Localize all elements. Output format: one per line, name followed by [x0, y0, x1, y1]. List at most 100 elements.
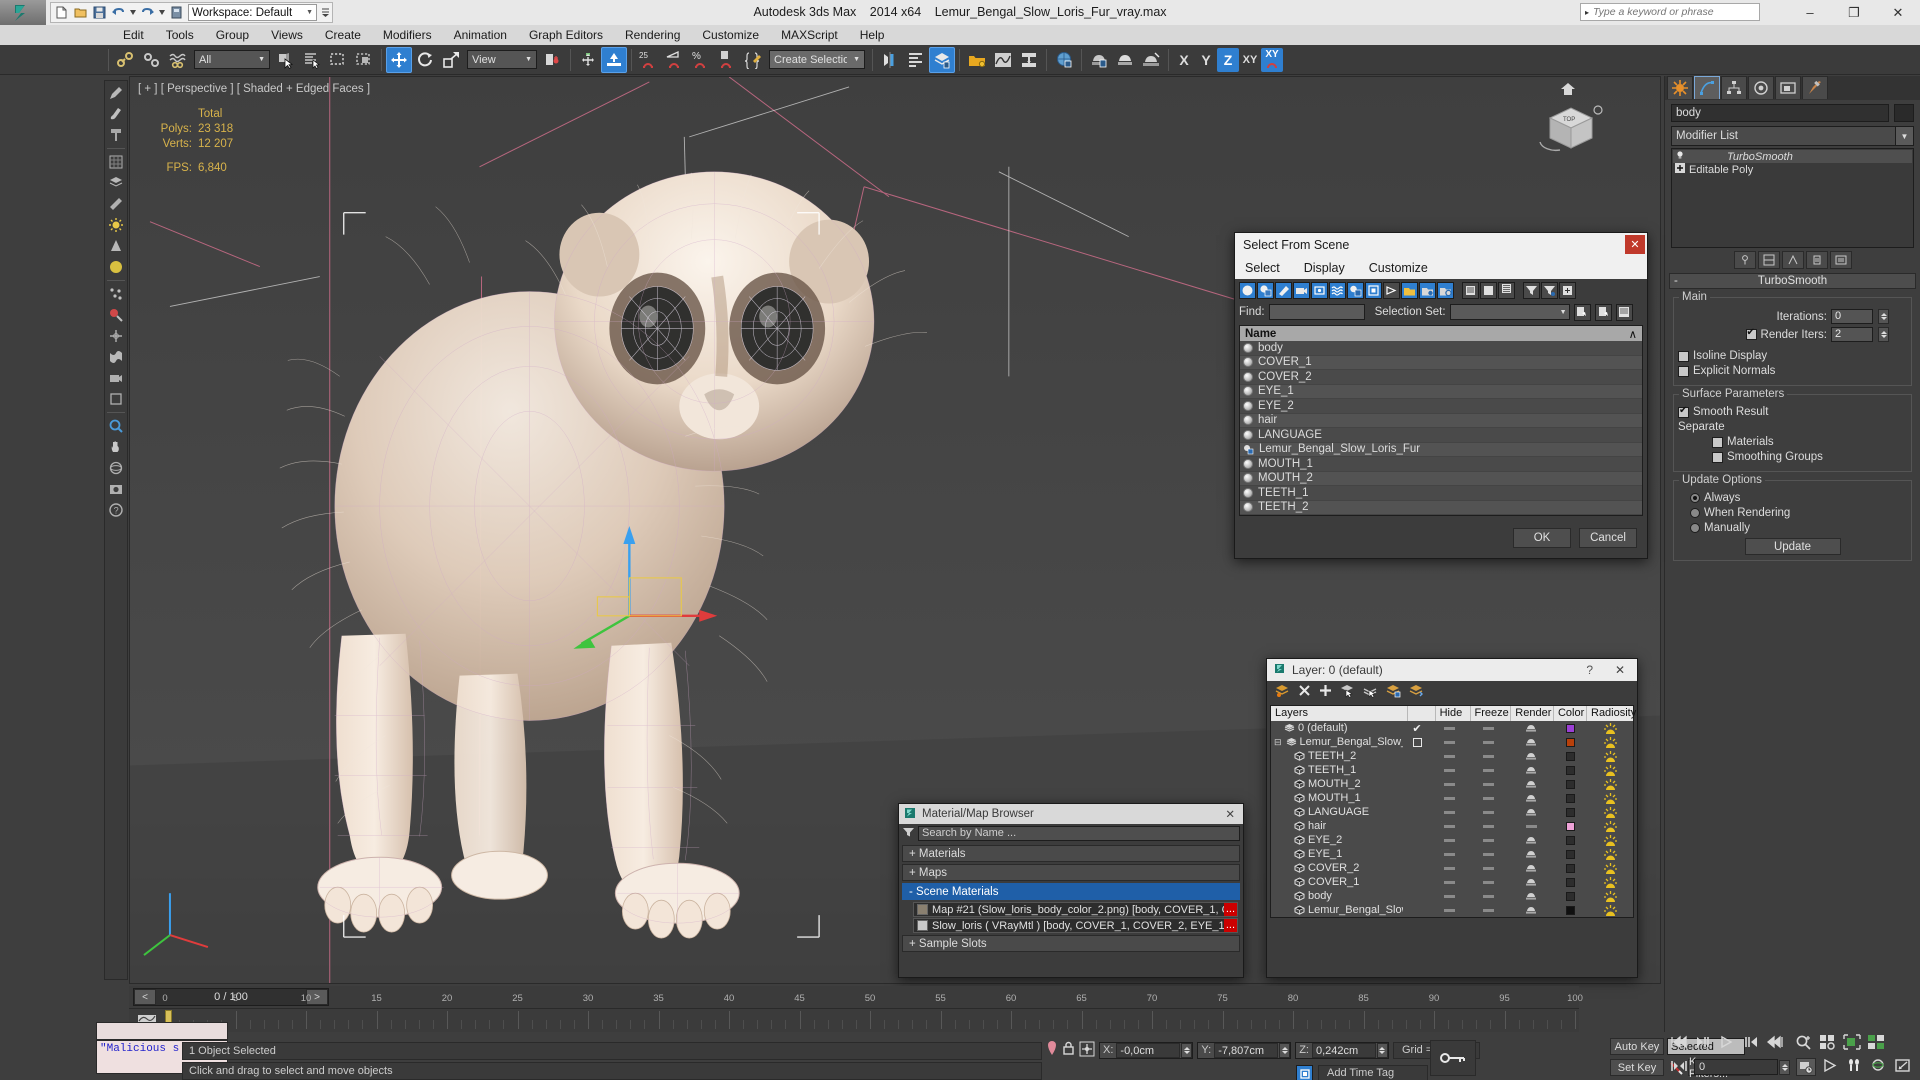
- menu-item-rendering[interactable]: Rendering: [614, 25, 691, 45]
- find-input[interactable]: [1268, 304, 1365, 320]
- filter-selected-icon[interactable]: [1437, 281, 1454, 299]
- add-selection-to-layer-icon[interactable]: [1386, 684, 1401, 701]
- save-file-icon[interactable]: [92, 5, 107, 20]
- list-column-header[interactable]: Name ∧: [1240, 326, 1642, 341]
- render-iters-spinner[interactable]: [1878, 327, 1889, 342]
- col-hide[interactable]: Hide: [1436, 706, 1471, 721]
- color-cell[interactable]: [1553, 875, 1587, 889]
- select-set-remove-icon[interactable]: [1594, 303, 1612, 321]
- material-group-header[interactable]: + Maps: [902, 864, 1240, 881]
- tab-utilities[interactable]: [1802, 76, 1828, 99]
- layer-table-row[interactable]: 0 (default) ✔: [1271, 721, 1633, 735]
- hide-cell[interactable]: [1431, 735, 1467, 749]
- x-value[interactable]: -0,0cm: [1116, 1042, 1181, 1058]
- freeze-cell[interactable]: [1467, 721, 1509, 735]
- freeze-cell[interactable]: [1467, 847, 1509, 861]
- radiosity-cell[interactable]: [1587, 777, 1633, 791]
- go-to-start-icon[interactable]: [1670, 1035, 1688, 1052]
- x-coordinate-field[interactable]: X: -0,0cm: [1099, 1041, 1194, 1059]
- sfs-menu-customize[interactable]: Customize: [1369, 261, 1428, 275]
- key-mode-toggle[interactable]: [1430, 1040, 1476, 1076]
- current-layer-cell[interactable]: [1403, 791, 1431, 805]
- current-layer-cell[interactable]: [1403, 763, 1431, 777]
- bind-to-space-warp-icon[interactable]: [165, 47, 191, 73]
- color-cell[interactable]: [1553, 833, 1587, 847]
- filter-lights-icon[interactable]: [1275, 281, 1292, 299]
- iterations-spinner[interactable]: [1878, 309, 1889, 324]
- zoom-all-icon[interactable]: [1819, 1034, 1837, 1053]
- freeze-cell[interactable]: [1467, 749, 1509, 763]
- scene-list-row[interactable]: COVER_1: [1240, 355, 1642, 370]
- filter-funnel-settings-icon[interactable]: [1541, 281, 1558, 299]
- walk-through-icon[interactable]: [1846, 1058, 1864, 1076]
- current-layer-cell[interactable]: [1403, 805, 1431, 819]
- scene-material-item[interactable]: Map #21 (Slow_loris_body_color_2.png) [b…: [913, 902, 1238, 917]
- smooth-result-checkbox[interactable]: [1678, 405, 1689, 418]
- menu-item-animation[interactable]: Animation: [443, 25, 518, 45]
- cancel-button[interactable]: Cancel: [1579, 528, 1637, 548]
- render-setup-icon[interactable]: [1086, 47, 1112, 73]
- scene-material-item[interactable]: Slow_loris ( VRayMtl ) [body, COVER_1, C…: [913, 918, 1238, 933]
- mirror-icon[interactable]: [877, 47, 903, 73]
- layer-table-row[interactable]: MOUTH_2: [1271, 777, 1633, 791]
- separate-smoothing-groups-checkbox[interactable]: [1712, 451, 1723, 463]
- filter-particles-icon[interactable]: [1419, 281, 1436, 299]
- freeze-cell[interactable]: [1467, 777, 1509, 791]
- scene-object-list[interactable]: Name ∧ body COVER_1 COVER_2 EYE_1 EYE_2 hair L…: [1239, 325, 1643, 516]
- undo-dropdown-icon[interactable]: [130, 5, 136, 20]
- display-blank-icon[interactable]: [1480, 281, 1497, 299]
- rollout-header[interactable]: - TurboSmooth: [1669, 273, 1916, 289]
- chevron-down-icon[interactable]: ▼: [1895, 127, 1913, 145]
- layer-table-row[interactable]: hair: [1271, 819, 1633, 833]
- restrict-to-y-button[interactable]: Y: [1195, 48, 1217, 72]
- y-spinner[interactable]: [1279, 1042, 1291, 1058]
- render-cell[interactable]: [1509, 721, 1553, 735]
- scene-list-row[interactable]: EYE_1: [1240, 384, 1642, 399]
- select-and-rotate-icon[interactable]: [412, 47, 438, 73]
- radiosity-cell[interactable]: [1587, 833, 1633, 847]
- close-button[interactable]: ✕: [1876, 0, 1920, 25]
- key-step-icon[interactable]: [1670, 1059, 1688, 1076]
- y-value[interactable]: -7,807cm: [1214, 1042, 1279, 1058]
- color-cell[interactable]: [1553, 735, 1587, 749]
- selection-filter-combo[interactable]: All ▼: [194, 50, 270, 69]
- radiosity-cell[interactable]: [1587, 847, 1633, 861]
- time-tag-toggle-icon[interactable]: [1296, 1065, 1313, 1080]
- toggle-scene-explorer-icon[interactable]: [964, 47, 990, 73]
- select-and-move-icon[interactable]: [386, 46, 412, 73]
- layer-table-row[interactable]: TEETH_2: [1271, 749, 1633, 763]
- hide-cell[interactable]: [1431, 721, 1467, 735]
- pin-stack-icon[interactable]: [1733, 251, 1756, 269]
- current-layer-cell[interactable]: ✔: [1403, 721, 1431, 735]
- add-time-tag-button[interactable]: Add Time Tag: [1318, 1065, 1428, 1080]
- layer-table-row[interactable]: EYE_1: [1271, 847, 1633, 861]
- track-bar[interactable]: 0 5 10 15 20 25 30 35 40 45 50 55 60 65 70 75 80 85 90 95 10…: [129, 993, 1583, 1032]
- modifier-stack[interactable]: TurboSmooth Editable Poly: [1671, 148, 1914, 248]
- modifier-list-dropdown[interactable]: Modifier List ▼: [1671, 126, 1914, 146]
- layer-table[interactable]: Layers Hide Freeze Render Color Radiosit…: [1270, 705, 1636, 918]
- select-from-scene-dialog[interactable]: Select From Scene ✕ Select Display Customi…: [1234, 232, 1648, 559]
- color-cell[interactable]: [1553, 847, 1587, 861]
- col-radiosity[interactable]: Radiosity: [1587, 706, 1636, 721]
- color-swatch[interactable]: [1565, 835, 1575, 845]
- select-by-name-icon[interactable]: [299, 47, 325, 73]
- current-layer-cell[interactable]: [1403, 847, 1431, 861]
- radiosity-cell[interactable]: [1587, 861, 1633, 875]
- freeze-cell[interactable]: [1467, 791, 1509, 805]
- layer-table-row[interactable]: EYE_2: [1271, 833, 1633, 847]
- filter-shapes-icon[interactable]: [1257, 281, 1274, 299]
- collapse-expander-icon[interactable]: ⊟: [1274, 737, 1282, 748]
- maximize-button[interactable]: ❐: [1832, 0, 1876, 25]
- color-swatch[interactable]: [1565, 877, 1575, 887]
- scene-list-row[interactable]: EYE_2: [1240, 399, 1642, 414]
- help-search-box[interactable]: ▸: [1580, 3, 1760, 21]
- tool-snapshot-icon[interactable]: [106, 479, 126, 499]
- col-render[interactable]: Render: [1511, 706, 1554, 721]
- hide-cell[interactable]: [1431, 805, 1467, 819]
- home-grid-icon[interactable]: [1560, 82, 1576, 96]
- tool-particles-icon[interactable]: [106, 284, 126, 304]
- radiosity-cell[interactable]: [1587, 819, 1633, 833]
- material-group-header[interactable]: + Materials: [902, 845, 1240, 862]
- tool-color-picker-icon[interactable]: [106, 305, 126, 325]
- layer-table-row[interactable]: MOUTH_1: [1271, 791, 1633, 805]
